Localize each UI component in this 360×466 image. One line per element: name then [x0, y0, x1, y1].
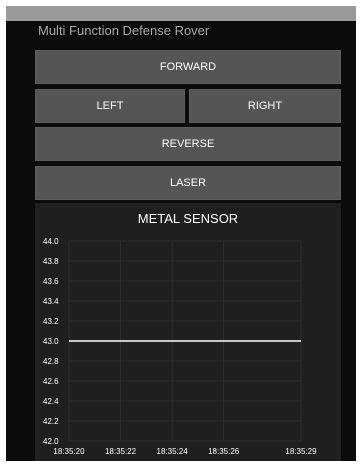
y-tick-label: 43.0 [43, 337, 59, 346]
x-tick-label: 18:35:24 [157, 447, 189, 456]
y-tick-label: 43.4 [43, 297, 59, 306]
chart-title: METAL SENSOR [138, 211, 238, 226]
app-title: Multi Function Defense Rover [38, 23, 210, 38]
forward-button[interactable]: FORWARD [35, 50, 341, 84]
left-button[interactable]: LEFT [35, 89, 185, 123]
y-tick-label: 42.8 [43, 357, 59, 366]
x-tick-label: 18:35:22 [105, 447, 137, 456]
y-tick-label: 42.4 [43, 397, 59, 406]
y-tick-label: 42.0 [43, 437, 59, 446]
x-tick-label: 18:35:29 [285, 447, 317, 456]
browser-top-bar [6, 6, 356, 21]
laser-button[interactable]: LASER [35, 166, 341, 200]
metal-sensor-chart: METAL SENSOR 44.0 43.8 43.6 43.4 43.2 43.0 42.8… [35, 203, 341, 461]
y-tick-label: 43.2 [43, 317, 59, 326]
x-tick-label: 18:35:26 [208, 447, 240, 456]
y-tick-label: 42.2 [43, 417, 59, 426]
y-tick-label: 43.8 [43, 257, 59, 266]
y-tick-label: 43.6 [43, 277, 59, 286]
y-tick-label: 44.0 [43, 237, 59, 246]
x-tick-label: 18:35:20 [53, 447, 85, 456]
right-button[interactable]: RIGHT [189, 89, 341, 123]
screen: Multi Function Defense Rover FORWARD LEF… [0, 0, 360, 466]
reverse-button[interactable]: REVERSE [35, 127, 341, 161]
y-tick-label: 42.6 [43, 377, 59, 386]
chart-svg: METAL SENSOR 44.0 43.8 43.6 43.4 43.2 43.0 42.8… [43, 211, 317, 456]
